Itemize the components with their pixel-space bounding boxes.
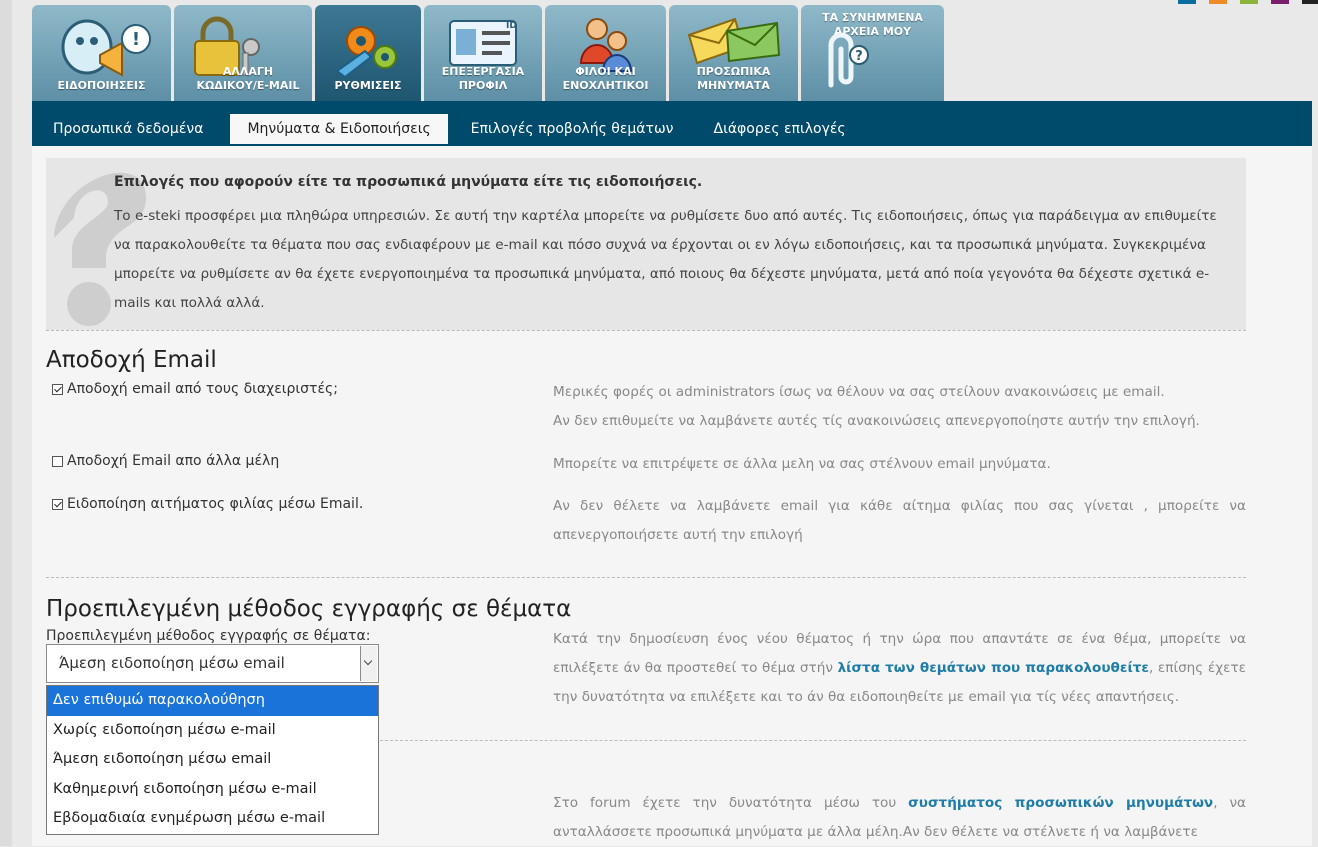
chevron-down-icon[interactable] [360,646,377,681]
admin-email-desc: Μερικές φορές οι administrators ίσως να … [553,378,1246,436]
tab-label: ΕΠΕΞΕΡΓΑΣΙΑ ΠΡΟΦΙΛ [424,65,542,93]
dropdown-option[interactable]: Χωρίς ειδοποίηση μέσω e-mail [47,716,378,746]
admin-email-option[interactable]: Αποδοχή email από τους διαχειριστές; [52,381,338,397]
info-text: Το e-steki προσφέρει μια πληθώρα υπηρεσι… [114,208,1217,311]
email-section-title: Αποδοχή Email [46,347,217,373]
dropdown-option[interactable]: Άμεση ειδοποίηση μέσω email [47,745,378,775]
pm-system-link[interactable]: συστήματος προσωπικών μηνυμάτων [908,795,1213,811]
tab-label-text: ΑΛΛΑΓΗ ΚΩΔΙΚΟΥ/E-MAIL [196,65,300,92]
select-value: Άμεση ειδοποίηση μέσω email [59,654,285,672]
tab-label-text: ΠΡΟΣΩΠΙΚΑ ΜΗΝΥΜΑΤΑ [696,65,771,92]
subscribe-select-label: Προεπιλεγμένη μέθοδος εγγραφής σε θέματα… [46,628,371,644]
subscribe-method-select[interactable]: Άμεση ειδοποίηση μέσω email [46,644,379,683]
friend-request-email-option[interactable]: Ειδοποίηση αιτήματος φιλίας μέσω Email. [52,496,363,512]
desc-line: Μπορείτε να επιτρέψετε σε άλλα μελη να σ… [553,456,1051,472]
info-title: Επιλογές που αφορούν είτε τα προσωπικά μ… [114,174,703,190]
member-email-label: Αποδοχή Email απο άλλα μέλη [67,453,280,469]
settings-content: Επιλογές που αφορούν είτε τα προσωπικά μ… [32,146,1312,846]
subscribe-desc: Κατά την δημοσίευση ένος νέου θέματος ή … [553,625,1246,712]
watched-threads-link[interactable]: λίστα των θεμάτων που παρακολουθείτε [838,660,1149,676]
section-divider [46,577,1246,578]
svg-text:ID: ID [506,21,517,31]
member-email-option[interactable]: Αποδοχή Email απο άλλα μέλη [52,453,279,469]
svg-text:!: ! [132,29,140,50]
tab-messages-notifications[interactable]: Μηνύματα & Ειδοποιήσεις [230,114,448,144]
member-email-checkbox[interactable] [52,455,63,467]
tab-label: ΑΛΛΑΓΗ ΚΩΔΙΚΟΥ/E-MAIL [174,65,312,93]
dropdown-option[interactable]: Εβδομαδιαία ενημέρωση μέσω e-mail [47,804,378,834]
top-icon-tabs: ! ΕΙΔΟΠΟΙΗΣΕΙΣ ΑΛΛΑΓΗ ΚΩΔΙΚΟΥ/E-MAIL ΡΥΘ… [32,5,947,101]
tab-label-text: ΕΠΕΞΕΡΓΑΣΙΑ ΠΡΟΦΙΛ [441,65,525,92]
tab-attachments[interactable]: ΤΑ ΣΥΝΗΜΜΕΝΑ ΑΡΧΕΙΑ ΜΟΥ ? [801,5,944,101]
tab-settings[interactable]: ΡΥΘΜΙΣΕΙΣ [315,5,421,101]
envelopes-icon [687,17,781,65]
desc-line: Μερικές φορές οι administrators ίσως να … [553,384,1165,400]
friend-request-desc: Αν δεν θέλετε να λαμβάνετε email για κάθ… [553,492,1246,550]
section-divider [380,740,1246,741]
tab-label-text: ΦΙΛΟΙ ΚΑΙ ΕΝΟΧΛΗΤΙΚΟΙ [562,65,649,92]
tab-label: ΕΙΔΟΠΟΙΗΣΕΙΣ [57,79,146,92]
desc-text: Στο forum έχετε την δυνατότητα μέσω του [553,795,909,811]
megaphone-icon: ! [61,19,151,77]
tab-misc-options[interactable]: Διάφορες επιλογές [691,114,863,144]
tab-edit-profile[interactable]: ID ΕΠΕΞΕΡΓΑΣΙΑ ΠΡΟΦΙΛ [424,5,542,101]
section-divider [46,330,1246,331]
friends-icon [579,18,633,72]
settings-panel: ! ΕΙΔΟΠΟΙΗΣΕΙΣ ΑΛΛΑΓΗ ΚΩΔΙΚΟΥ/E-MAIL ΡΥΘ… [32,0,1312,846]
pm-desc: Στο forum έχετε την δυνατότητα μέσω του … [553,789,1246,847]
dropdown-option[interactable]: Καθημερινή ειδοποίηση μέσω e-mail [47,775,378,805]
member-email-desc: Μπορείτε να επιτρέψετε σε άλλα μελη να σ… [553,450,1246,479]
friend-request-checkbox[interactable] [52,498,63,510]
subscribe-section-title: Προεπιλεγμένη μέθοδος εγγραφής σε θέματα [46,596,572,622]
desc-line: Αν δεν θέλετε να λαμβάνετε email για κάθ… [553,498,1246,543]
info-box: Επιλογές που αφορούν είτε τα προσωπικά μ… [46,158,1246,330]
desc-line: Αν δεν επιθυμείτε να λαμβάνετε αυτές τίς… [553,413,1200,429]
admin-email-label: Αποδοχή email από τους διαχειριστές; [67,381,338,397]
tab-personal-data[interactable]: Προσωπικά δεδομένα [32,114,224,144]
svg-text:?: ? [855,49,863,64]
subscribe-method-dropdown: Δεν επιθυμώ παρακολούθηση Χωρίς ειδοποίη… [46,685,379,835]
tab-friends[interactable]: ΦΙΛΟΙ ΚΑΙ ΕΝΟΧΛΗΤΙΚΟΙ [545,5,666,101]
tab-private-messages[interactable]: ΠΡΟΣΩΠΙΚΑ ΜΗΝΥΜΑΤΑ [669,5,798,101]
tab-label: ΡΥΘΜΙΣΕΙΣ [334,79,402,92]
paperclip-icon: ? [828,32,869,88]
friend-request-label: Ειδοποίηση αιτήματος φιλίας μέσω Email. [67,496,364,512]
tab-label: ΠΡΟΣΩΠΙΚΑ ΜΗΝΥΜΑΤΑ [669,65,798,93]
tab-change-password[interactable]: ΑΛΛΑΓΗ ΚΩΔΙΚΟΥ/E-MAIL [174,5,312,101]
tab-label: ΦΙΛΟΙ ΚΑΙ ΕΝΟΧΛΗΤΙΚΟΙ [545,65,666,93]
gears-icon [335,26,397,79]
admin-email-checkbox[interactable] [52,383,63,395]
tab-thread-display-options[interactable]: Επιλογές προβολής θεμάτων [454,114,691,144]
id-card-icon: ID [449,20,517,66]
tab-notifications[interactable]: ! ΕΙΔΟΠΟΙΗΣΕΙΣ [32,5,171,101]
dropdown-option[interactable]: Δεν επιθυμώ παρακολούθηση [47,686,378,716]
sub-tabs: Προσωπικά δεδομένα Μηνύματα & Ειδοποιήσε… [32,114,863,144]
page-left-strip [0,0,12,846]
